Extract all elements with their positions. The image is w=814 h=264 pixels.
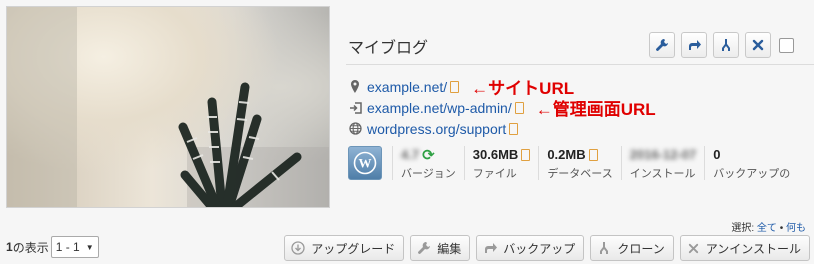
stat-install-date: 2016-12-07 インストール <box>620 146 705 180</box>
admin-url-row: example.net/wp-admin/ ←管理画面URL <box>348 97 656 119</box>
globe-icon <box>348 122 362 136</box>
select-all-link[interactable]: 全て <box>757 223 777 234</box>
backup-label: バックアップ <box>503 241 576 256</box>
clone-label: クローン <box>617 241 665 256</box>
version-value: 4.7 <box>401 147 420 162</box>
site-links: example.net/ ←サイトURL example.net/wp-admi… <box>348 76 656 139</box>
pagination: 1 の表示 1 - 1 ▼ <box>6 236 99 258</box>
install-date-value: 2016-12-07 <box>629 147 697 162</box>
edit-button[interactable]: 編集 <box>410 235 471 261</box>
sync-icon[interactable]: ⟳ <box>422 146 435 164</box>
open-site-button[interactable] <box>681 32 707 58</box>
backup-button[interactable]: バックアップ <box>476 235 585 261</box>
fork-icon <box>597 241 611 255</box>
redirect-arrow-icon <box>483 241 498 255</box>
edit-label: 編集 <box>437 241 462 256</box>
files-value: 30.6MB <box>472 147 519 162</box>
result-count: 1 <box>6 240 13 254</box>
site-actions <box>649 32 794 58</box>
settings-button[interactable] <box>649 32 675 58</box>
result-count-suffix: の表示 <box>12 240 49 255</box>
chevron-down-icon: ▼ <box>85 242 94 252</box>
site-thumbnail <box>6 6 330 208</box>
uninstall-button[interactable]: アンインストール <box>679 235 810 261</box>
copy-icon[interactable] <box>509 122 519 135</box>
clone-button[interactable]: クローン <box>590 235 674 261</box>
backups-value: 0 <box>713 147 721 162</box>
support-url-link[interactable]: wordpress.org/support <box>367 121 506 137</box>
copy-icon[interactable] <box>521 148 531 161</box>
site-stats: W 4.7 ⟳ バージョン 30.6MB ファイル 0.2MB データベース 20… <box>348 146 798 180</box>
selection-controls: 選択: 全て • 何も <box>731 219 806 234</box>
upgrade-button[interactable]: アップグレード <box>284 235 405 261</box>
map-pin-icon <box>348 80 362 94</box>
fork-icon <box>722 39 730 51</box>
close-icon <box>752 39 764 51</box>
login-icon <box>348 101 362 115</box>
install-date-label: インストール <box>629 168 696 180</box>
backups-label: バックアップの <box>713 168 791 180</box>
site-select-checkbox[interactable] <box>779 37 794 53</box>
bulk-actions: アップグレード 編集 バックアップ クローン アンインストール <box>284 235 810 261</box>
database-value: 0.2MB <box>547 147 586 162</box>
support-url-row: wordpress.org/support <box>348 118 656 139</box>
upgrade-label: アップグレード <box>311 241 396 256</box>
title-divider <box>346 64 814 65</box>
stat-backups: 0 バックアップの <box>704 146 798 180</box>
wrench-icon <box>417 241 431 255</box>
version-label: バージョン <box>401 168 456 180</box>
select-none-link[interactable]: 何も <box>786 223 806 234</box>
close-icon <box>687 242 700 255</box>
admin-url-annotation: ←管理画面URL <box>535 100 656 119</box>
site-url-row: example.net/ ←サイトURL <box>348 76 656 98</box>
svg-text:W: W <box>359 156 372 171</box>
site-title: マイブログ <box>348 40 429 57</box>
copy-icon[interactable] <box>514 101 524 114</box>
wordpress-logo-icon: W <box>348 146 382 180</box>
site-card: マイブログ example.net/ ←サイトURL example.net/w… <box>6 6 814 210</box>
database-label: データベース <box>547 168 613 180</box>
page-range-select[interactable]: 1 - 1 ▼ <box>50 236 99 258</box>
wrench-icon <box>656 39 668 51</box>
stat-database: 0.2MB データベース <box>538 146 620 180</box>
remove-site-button[interactable] <box>745 32 771 58</box>
copy-icon[interactable] <box>588 148 598 161</box>
admin-url-link[interactable]: example.net/wp-admin/ <box>367 100 512 116</box>
upgrade-icon <box>291 241 305 255</box>
uninstall-label: アンインストール <box>705 241 801 256</box>
files-label: ファイル <box>472 168 517 180</box>
page-range-value: 1 - 1 <box>55 240 80 254</box>
selection-prefix: 選択: <box>731 223 755 234</box>
redirect-arrow-icon <box>689 40 701 50</box>
site-url-link[interactable]: example.net/ <box>367 79 447 95</box>
stat-files: 30.6MB ファイル <box>463 146 539 180</box>
clone-site-button[interactable] <box>713 32 739 58</box>
copy-icon[interactable] <box>450 80 460 93</box>
stat-version: 4.7 ⟳ バージョン <box>392 146 464 180</box>
selection-separator: • <box>779 223 784 234</box>
